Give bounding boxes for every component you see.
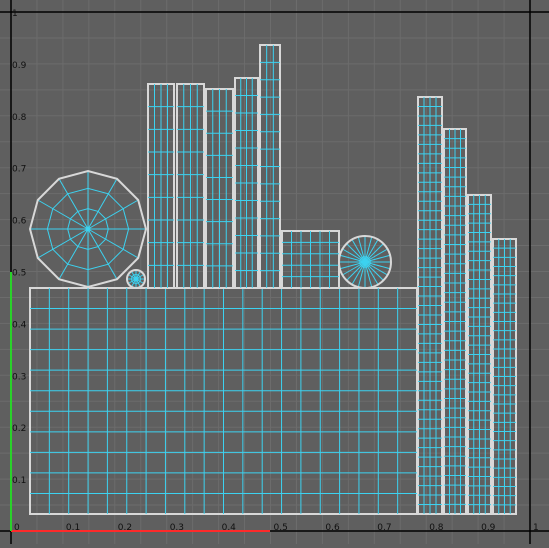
uv-shell-disc-small[interactable] [126,269,146,289]
v-tick-label: 0.7 [12,165,26,175]
uv-shell-base[interactable] [29,287,418,515]
v-tick-label: 0.2 [12,424,26,434]
u-tick-label: 0 [14,523,20,533]
u-tick-label: 1 [533,523,539,533]
v-tick-label: 0.4 [12,320,27,330]
shell-edges [30,288,417,514]
u-tick-label: 0.2 [118,523,132,533]
shell-center-vertex [85,226,91,232]
shell-edges [444,129,466,514]
u-tick-label: 0.9 [481,523,496,533]
u-tick-label: 0.4 [222,523,237,533]
v-tick-label: 0.3 [12,372,26,382]
uv-editor-viewport[interactable]: 0 0.1 0.2 0.3 0.4 0.5 0.6 0.7 0.8 0.9 1 0.1 0.2 0.3 0.… [0,0,549,544]
uv-canvas[interactable]: 0 0.1 0.2 0.3 0.4 0.5 0.6 0.7 0.8 0.9 1 0.1 0.2 0.3 0.… [0,0,549,544]
v-tick-label: 0.6 [12,217,27,227]
u-tick-label: 0.6 [325,523,340,533]
uv-shell-column-2[interactable] [443,128,467,515]
uv-shell-disc-medium[interactable] [338,235,392,289]
u-tick-label: 0.1 [66,523,80,533]
u-tick-label: 0.7 [377,523,391,533]
u-tick-label: 0.3 [170,523,184,533]
shell-center-vertex [362,259,368,265]
u-tick-label: 0.5 [274,523,288,533]
v-tick-label: 0.5 [12,269,26,279]
v-tick-label: 0.1 [12,476,26,486]
shell-center-vertex [133,276,139,282]
v-tick-label: 0.9 [12,61,27,71]
v-tick-label: 0.8 [12,113,27,123]
v-tick-label: 1 [12,9,18,19]
u-tick-label: 0.8 [429,523,444,533]
